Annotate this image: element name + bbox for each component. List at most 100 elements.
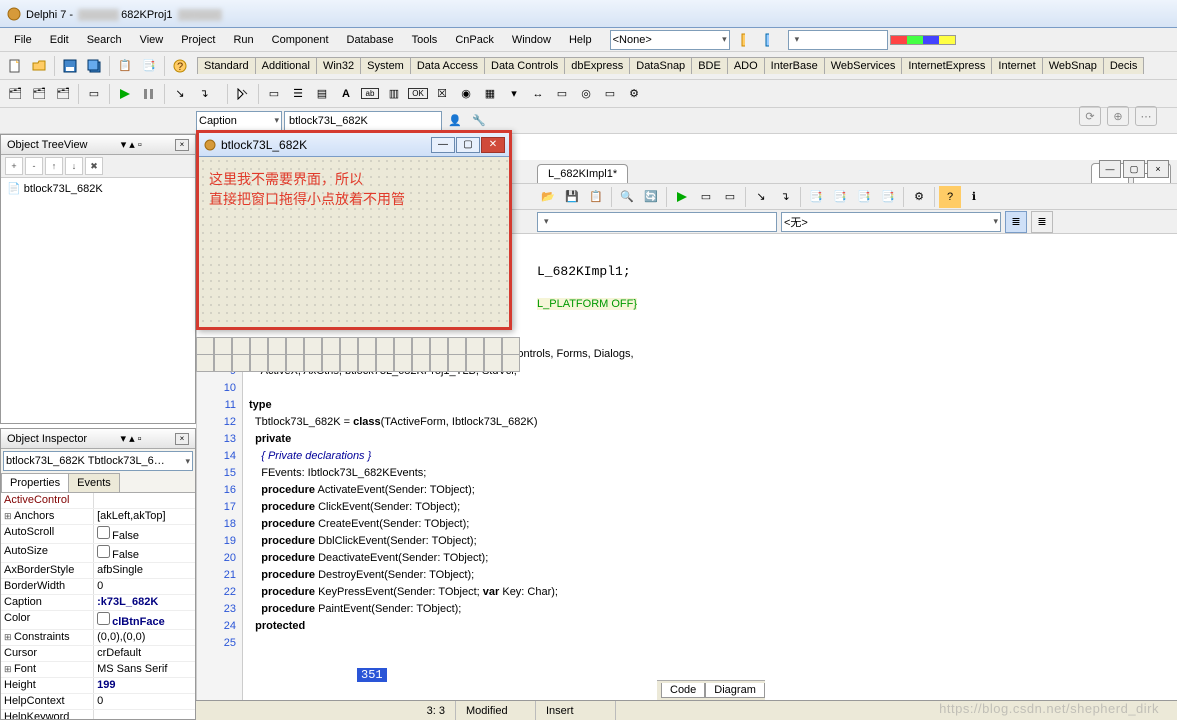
toolbar-btn[interactable]: 📋: [114, 55, 136, 77]
toolbar-btn[interactable]: 🗂: [4, 83, 26, 105]
tab-ado[interactable]: ADO: [727, 57, 765, 74]
arrow-icon[interactable]: [232, 83, 254, 105]
editor-combo-1[interactable]: [537, 212, 777, 232]
saveall-icon[interactable]: [83, 55, 105, 77]
comp-actionlist-icon[interactable]: ⚙: [623, 83, 645, 105]
tab-standard[interactable]: Standard: [197, 57, 256, 74]
maximize-icon[interactable]: ▢: [456, 137, 480, 153]
tab-code[interactable]: Code: [661, 683, 705, 698]
tab-events[interactable]: Events: [68, 473, 120, 492]
toolbar-btn[interactable]: [756, 29, 778, 51]
toolbar-btn[interactable]: 🔧: [468, 110, 490, 132]
float-btn[interactable]: ⟳: [1079, 106, 1101, 126]
comp-groupbox-icon[interactable]: ▭: [551, 83, 573, 105]
tab-websnap[interactable]: WebSnap: [1042, 57, 1104, 74]
editor-btn[interactable]: ↘: [750, 186, 772, 208]
close-icon[interactable]: ×: [175, 139, 189, 151]
toolbar-btn[interactable]: ▭: [83, 83, 105, 105]
pause-icon[interactable]: [138, 83, 160, 105]
menu-run[interactable]: Run: [225, 31, 261, 49]
tree-btn[interactable]: ↓: [65, 157, 83, 175]
menu-tools[interactable]: Tools: [404, 31, 446, 49]
trace-icon[interactable]: ↘: [169, 83, 191, 105]
menu-help[interactable]: Help: [561, 31, 600, 49]
maximize-icon[interactable]: ▢: [1123, 160, 1145, 178]
form-surface[interactable]: 这里我不需要界面，所以 直接把窗口拖得小点放着不用管: [199, 157, 509, 327]
open-icon[interactable]: [28, 55, 50, 77]
minimize-icon[interactable]: —: [431, 137, 455, 153]
editor-btn[interactable]: 📑: [853, 186, 875, 208]
editor-btn[interactable]: ℹ: [963, 186, 985, 208]
tree-btn[interactable]: ✖: [85, 157, 103, 175]
toolbar-btn[interactable]: 👤: [444, 110, 466, 132]
menu-database[interactable]: Database: [339, 31, 402, 49]
toolbar-btn[interactable]: 🗂: [52, 83, 74, 105]
comp-scrollbar-icon[interactable]: ↔: [527, 83, 549, 105]
menu-search[interactable]: Search: [79, 31, 130, 49]
top-combo-2[interactable]: [788, 30, 888, 50]
menu-window[interactable]: Window: [504, 31, 559, 49]
property-selector[interactable]: Caption: [196, 111, 282, 131]
tab-additional[interactable]: Additional: [255, 57, 317, 74]
top-combo[interactable]: <None>: [610, 30, 730, 50]
editor-btn[interactable]: ⚙: [908, 186, 930, 208]
tab-interbase[interactable]: InterBase: [764, 57, 825, 74]
menu-project[interactable]: Project: [173, 31, 223, 49]
comp-popupmenu-icon[interactable]: ▤: [311, 83, 333, 105]
run-icon[interactable]: [671, 186, 693, 208]
editor-btn[interactable]: 📋: [585, 186, 607, 208]
comp-listbox-icon[interactable]: ▦: [479, 83, 501, 105]
menu-cnpack[interactable]: CnPack: [447, 31, 502, 49]
tab-dataaccess[interactable]: Data Access: [410, 57, 485, 74]
caption-input[interactable]: [284, 111, 442, 131]
float-btn[interactable]: ⋯: [1135, 106, 1157, 126]
editor-btn[interactable]: 🔍: [616, 186, 638, 208]
new-icon[interactable]: [4, 55, 26, 77]
tab-bde[interactable]: BDE: [691, 57, 728, 74]
help-icon[interactable]: ?: [939, 186, 961, 208]
code-body[interactable]: Windows, Messages, SysUtils, Classes, Gr…: [243, 344, 1177, 704]
form-designer[interactable]: btlock73L_682K — ▢ ✕ 这里我不需要界面，所以 直接把窗口拖得…: [196, 130, 512, 330]
tab-dbexpress[interactable]: dbExpress: [564, 57, 630, 74]
tab-internetexpress[interactable]: InternetExpress: [901, 57, 992, 74]
tab-datacontrols[interactable]: Data Controls: [484, 57, 565, 74]
tab-webservices[interactable]: WebServices: [824, 57, 903, 74]
help-icon[interactable]: ?: [169, 55, 191, 77]
comp-memo-icon[interactable]: ▥: [383, 83, 405, 105]
tab-decis[interactable]: Decis: [1103, 57, 1145, 74]
comp-edit-icon[interactable]: ab: [359, 83, 381, 105]
comp-mainmenu-icon[interactable]: ☰: [287, 83, 309, 105]
tree-btn[interactable]: +: [5, 157, 23, 175]
step-icon[interactable]: ↴: [193, 83, 215, 105]
view-btn[interactable]: ≣: [1005, 211, 1027, 233]
code-editor[interactable]: 8910111213141516171819202122232425 Windo…: [197, 344, 1177, 704]
view-btn[interactable]: ≣: [1031, 211, 1053, 233]
tab-datasnap[interactable]: DataSnap: [629, 57, 692, 74]
menu-view[interactable]: View: [132, 31, 172, 49]
comp-combobox-icon[interactable]: ▾: [503, 83, 525, 105]
editor-btn[interactable]: ↴: [774, 186, 796, 208]
tab-system[interactable]: System: [360, 57, 411, 74]
comp-button-icon[interactable]: OK: [407, 83, 429, 105]
editor-btn[interactable]: 📑: [877, 186, 899, 208]
comp-label-icon[interactable]: A: [335, 83, 357, 105]
tree-btn[interactable]: -: [25, 157, 43, 175]
editor-combo-2[interactable]: <无>: [781, 212, 1001, 232]
menu-edit[interactable]: Edit: [42, 31, 77, 49]
editor-btn[interactable]: ▭: [695, 186, 717, 208]
tab-diagram[interactable]: Diagram: [705, 683, 765, 698]
comp-radiogroup-icon[interactable]: ◎: [575, 83, 597, 105]
editor-btn[interactable]: 🔄: [640, 186, 662, 208]
close-icon[interactable]: ×: [175, 433, 189, 445]
editor-btn[interactable]: 📑: [829, 186, 851, 208]
tab-win32[interactable]: Win32: [316, 57, 361, 74]
editor-btn[interactable]: 💾: [561, 186, 583, 208]
editor-btn[interactable]: 📂: [537, 186, 559, 208]
save-icon[interactable]: [59, 55, 81, 77]
comp-checkbox-icon[interactable]: ☒: [431, 83, 453, 105]
toolbar-btn[interactable]: [732, 29, 754, 51]
menu-component[interactable]: Component: [264, 31, 337, 49]
comp-radiobutton-icon[interactable]: ◉: [455, 83, 477, 105]
editor-btn[interactable]: ▭: [719, 186, 741, 208]
editor-btn[interactable]: 📑: [805, 186, 827, 208]
